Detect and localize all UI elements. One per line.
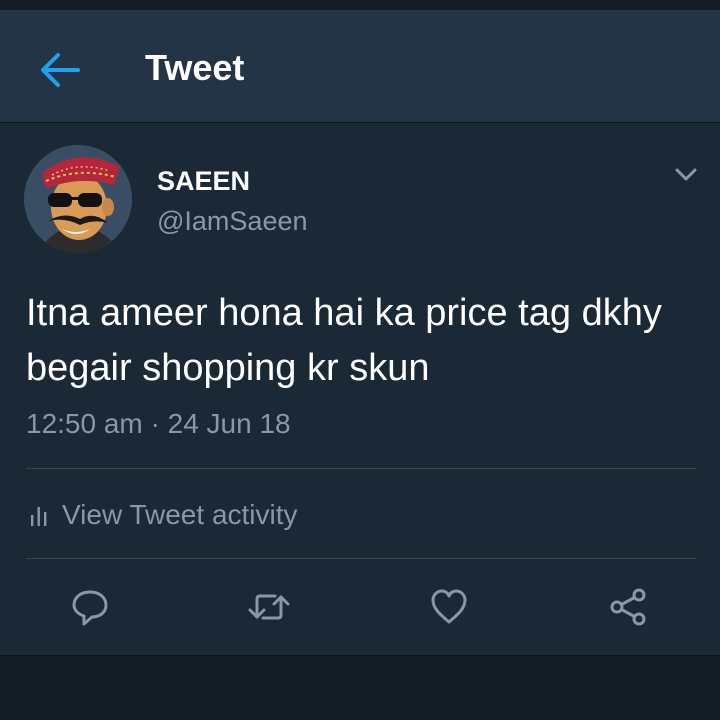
retweet-button[interactable] xyxy=(247,585,291,629)
like-button[interactable] xyxy=(427,585,471,629)
tweet-screen: Tweet SAEEN @IamSaeen Itna ameer hona ha… xyxy=(0,0,720,720)
app-header: Tweet xyxy=(0,10,720,123)
heart-icon xyxy=(431,589,467,624)
divider xyxy=(26,468,696,469)
reply-button[interactable] xyxy=(68,585,112,629)
activity-label: View Tweet activity xyxy=(62,499,298,530)
bar-chart-icon xyxy=(31,507,47,526)
view-tweet-activity-link[interactable]: View Tweet activity xyxy=(26,495,298,535)
page-title: Tweet xyxy=(145,47,245,88)
chevron-down-icon xyxy=(675,168,697,181)
divider xyxy=(26,558,696,559)
status-bar xyxy=(0,0,720,10)
speech-bubble-icon xyxy=(72,590,108,626)
tweet-timestamp: 12:50 am · 24 Jun 18 xyxy=(26,408,291,439)
arrow-left-icon xyxy=(41,53,80,87)
user-handle[interactable]: @IamSaeen xyxy=(157,205,308,237)
bottom-area xyxy=(0,655,720,720)
avatar[interactable] xyxy=(24,145,132,253)
tweet-detail: SAEEN @IamSaeen Itna ameer hona hai ka p… xyxy=(0,123,720,655)
share-icon xyxy=(610,588,646,626)
back-button[interactable] xyxy=(36,50,84,90)
tweet-text: Itna ameer hona hai ka price tag dkhy be… xyxy=(26,292,662,389)
cartoon-man-avatar xyxy=(24,145,132,253)
tweet-menu-button[interactable] xyxy=(672,163,700,185)
retweet-icon xyxy=(248,594,290,620)
display-name[interactable]: SAEEN xyxy=(157,165,250,197)
share-button[interactable] xyxy=(606,585,650,629)
